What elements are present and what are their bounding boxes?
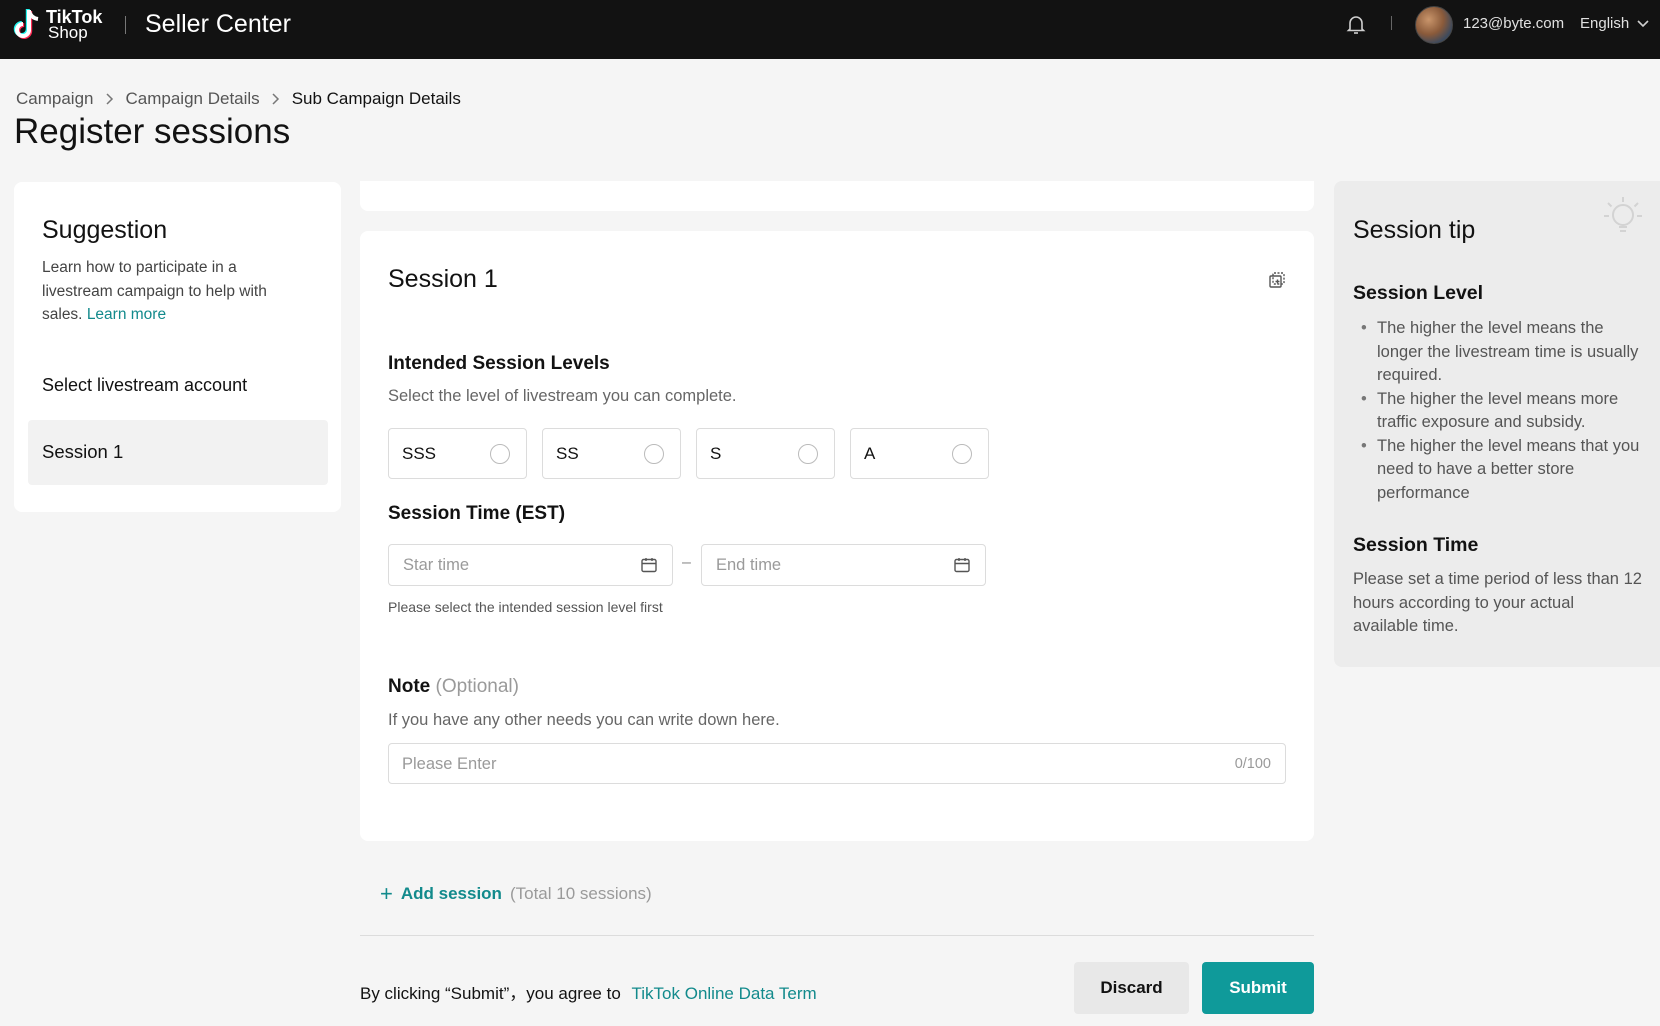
level-label: A <box>864 444 876 463</box>
tip-item: The higher the level means that you need… <box>1353 435 1643 506</box>
language-selector[interactable]: English <box>1580 15 1649 32</box>
radio-button[interactable] <box>798 444 818 464</box>
user-email[interactable]: 123@byte.com <box>1463 15 1564 32</box>
calendar-icon <box>641 558 657 573</box>
level-label: SSS <box>402 444 437 463</box>
level-option-sss[interactable]: SSS <box>388 428 527 479</box>
breadcrumb-campaign-details[interactable]: Campaign Details <box>126 89 260 109</box>
agreement-label: By clicking “Submit”，you agree to <box>360 984 621 1003</box>
note-input[interactable]: Please Enter 0/100 <box>388 743 1286 784</box>
total-sessions-label: (Total 10 sessions) <box>509 884 652 903</box>
breadcrumb: Campaign Campaign Details Sub Campaign D… <box>16 89 461 109</box>
copy-icon[interactable] <box>1268 271 1286 289</box>
plus-icon: + <box>380 881 393 906</box>
avatar[interactable] <box>1415 6 1453 44</box>
level-options: SSS SS S A <box>388 428 989 479</box>
header-divider-right <box>1391 16 1392 30</box>
note-label: Note <box>388 676 431 697</box>
add-session-button[interactable]: + Add session (Total 10 sessions) <box>380 881 652 906</box>
lightbulb-icon <box>1604 197 1642 232</box>
page-title: Register sessions <box>14 112 291 151</box>
note-optional-label: (Optional) <box>435 676 519 697</box>
suggestion-title: Suggestion <box>42 216 168 244</box>
session-time-title: Session Time (EST) <box>388 503 566 524</box>
add-session-label: Add session <box>400 884 502 903</box>
note-title: Note (Optional) <box>388 676 519 698</box>
suggestion-text: Learn how to participate in a livestream… <box>42 256 302 327</box>
session-time-tip-text: Please set a time period of less than 12… <box>1353 570 1642 635</box>
radio-button[interactable] <box>490 444 510 464</box>
tip-title: Session tip <box>1353 216 1476 244</box>
submit-button[interactable]: Submit <box>1202 962 1314 1014</box>
levels-description: Select the level of livestream you can c… <box>388 387 737 405</box>
select-livestream-account-nav[interactable]: Select livestream account <box>42 375 247 396</box>
data-term-link[interactable]: TikTok Online Data Term <box>632 984 817 1003</box>
session-tip-panel: Session tip Session Level The higher the… <box>1334 181 1660 667</box>
level-option-s[interactable]: S <box>696 428 835 479</box>
session-time-hint: Please select the intended session level… <box>388 599 663 615</box>
level-option-ss[interactable]: SS <box>542 428 681 479</box>
end-time-placeholder: End time <box>716 556 782 574</box>
level-label: SS <box>556 444 579 463</box>
note-placeholder: Please Enter <box>402 755 497 773</box>
session-level-tips: The higher the level means the longer th… <box>1353 317 1643 505</box>
agreement-text: By clicking “Submit”，you agree to TikTok… <box>360 979 817 1004</box>
logo-text-shop: Shop <box>48 23 88 42</box>
radio-button[interactable] <box>952 444 972 464</box>
header-divider <box>125 16 126 34</box>
levels-title: Intended Session Levels <box>388 353 610 374</box>
language-label: English <box>1580 15 1630 32</box>
tiktok-logo-icon <box>13 9 39 39</box>
level-option-a[interactable]: A <box>850 428 989 479</box>
note-description: If you have any other needs you can writ… <box>388 711 780 729</box>
suggestion-card: Suggestion Learn how to participate in a… <box>14 182 341 512</box>
calendar-icon <box>954 558 970 573</box>
previous-card-bottom <box>360 181 1314 211</box>
learn-more-link[interactable]: Learn more <box>87 306 166 323</box>
level-label: S <box>710 444 722 463</box>
tiktok-shop-logo[interactable]: TikTok Shop <box>12 6 102 44</box>
discard-button[interactable]: Discard <box>1074 962 1189 1014</box>
breadcrumb-campaign[interactable]: Campaign <box>16 89 94 109</box>
app-title: Seller Center <box>145 10 291 38</box>
chevron-right-icon <box>105 93 113 105</box>
footer-divider <box>360 935 1314 936</box>
note-char-count: 0/100 <box>1234 756 1271 772</box>
chevron-down-icon <box>1637 19 1649 27</box>
start-time-placeholder: Star time <box>403 556 470 574</box>
chevron-right-icon <box>272 93 279 105</box>
session-time-tip-title: Session Time <box>1353 534 1479 556</box>
session-1-nav-item[interactable]: Session 1 <box>28 420 328 485</box>
time-range-separator: – <box>682 554 691 571</box>
tip-item: The higher the level means more traffic … <box>1353 388 1643 435</box>
start-time-picker[interactable]: Star time <box>388 544 673 586</box>
session-nav-label: Session 1 <box>42 441 124 462</box>
bell-icon[interactable] <box>1344 12 1368 36</box>
session-title: Session 1 <box>388 265 498 293</box>
breadcrumb-sub-campaign-details: Sub Campaign Details <box>291 89 461 108</box>
radio-button[interactable] <box>644 444 664 464</box>
session-level-title: Session Level <box>1353 282 1484 304</box>
session-card: Session 1 Intended Session Levels Select… <box>360 231 1314 841</box>
end-time-picker[interactable]: End time <box>701 544 986 586</box>
tip-item: The higher the level means the longer th… <box>1353 317 1643 388</box>
top-nav-bar: TikTok Shop Seller Center 123@byte.com E… <box>0 0 1660 59</box>
